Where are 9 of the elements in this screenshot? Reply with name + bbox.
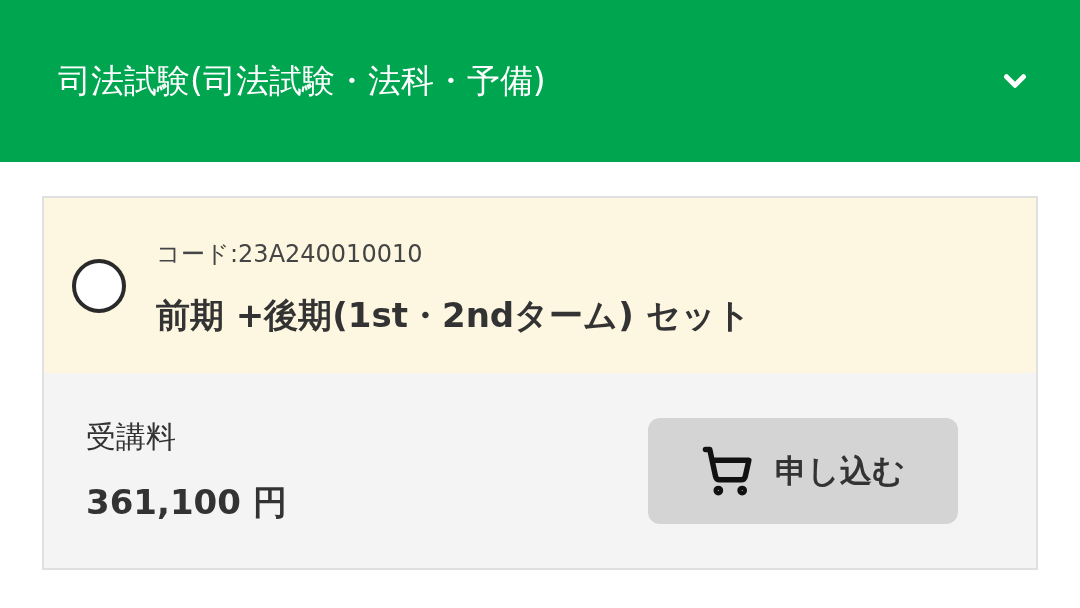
apply-button[interactable]: 申し込む: [648, 417, 958, 524]
course-code: コード:23A240010010: [156, 239, 424, 270]
radio-button[interactable]: [72, 258, 126, 313]
fee-label: 受講料: [86, 417, 177, 456]
fee-amount: 361,100 円: [86, 480, 287, 524]
course-title: 前期 +後期(1st・2ndターム) セット: [156, 294, 751, 337]
course-option[interactable]: コード:23A240010010 前期 +後期(1st・2ndターム) セット: [44, 198, 1036, 373]
cart-icon: [701, 444, 753, 497]
header-title: 司法試験(司法試験・法科・予備): [58, 60, 546, 103]
